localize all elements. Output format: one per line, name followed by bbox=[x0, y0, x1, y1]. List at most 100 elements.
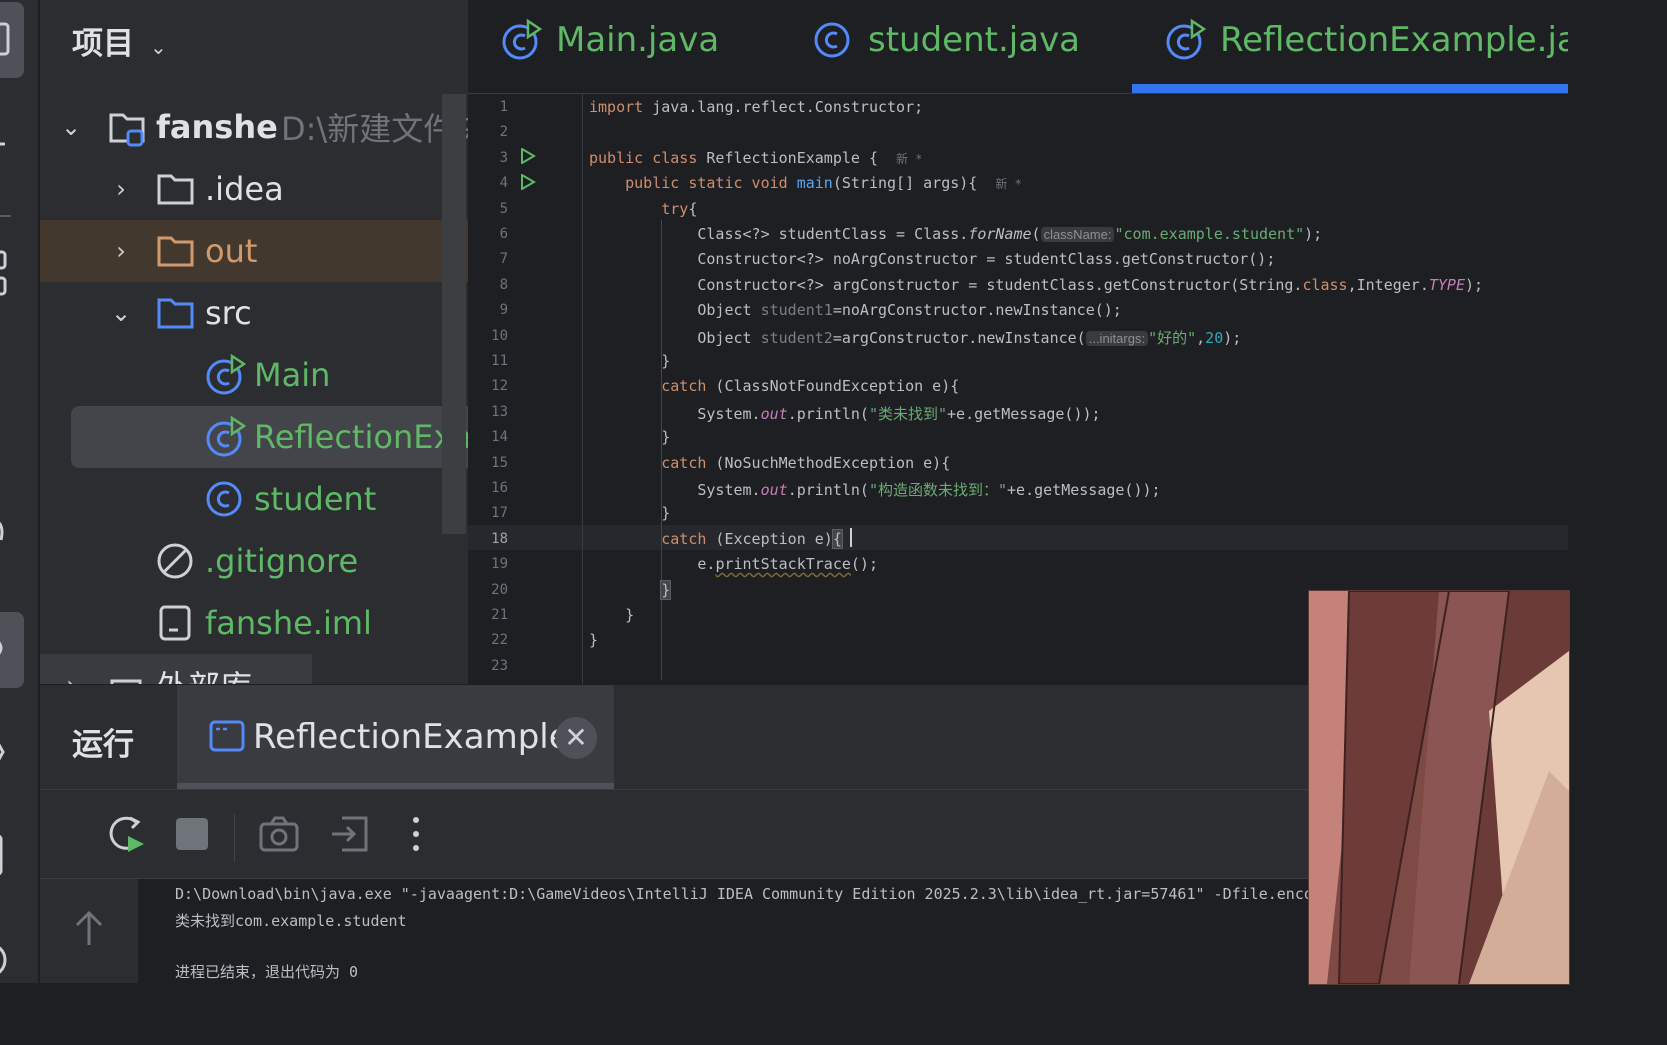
java-class-runnable-icon bbox=[206, 354, 246, 395]
tree-item-src[interactable]: ⌄ src bbox=[40, 282, 468, 344]
line-number[interactable]: 11 bbox=[468, 353, 508, 369]
tab-reflectionexample-java[interactable]: ReflectionExample.java bbox=[1164, 14, 1568, 66]
line-number[interactable]: 21 bbox=[468, 607, 508, 623]
tab-student-java[interactable]: student.java bbox=[812, 14, 1080, 66]
line-number[interactable]: 14 bbox=[468, 429, 508, 445]
chevron-down-icon[interactable]: ⌄ bbox=[150, 35, 167, 59]
project-icon bbox=[0, 22, 10, 56]
console-gutter bbox=[40, 879, 138, 983]
tab-main-java[interactable]: Main.java bbox=[500, 14, 719, 66]
screenshot-button[interactable] bbox=[257, 812, 301, 856]
tree-item-main[interactable]: Main bbox=[40, 344, 468, 406]
tree-item-label: 外部库 bbox=[156, 662, 252, 684]
run-tool-button[interactable] bbox=[0, 612, 24, 688]
login-icon bbox=[332, 816, 368, 852]
line-number[interactable]: 3 bbox=[468, 150, 508, 166]
code-line: public static void main(String[] args){新… bbox=[625, 174, 1022, 192]
close-icon[interactable]: ✕ bbox=[555, 717, 597, 759]
folder-icon bbox=[157, 236, 194, 267]
run-tab-reflectionexample[interactable]: ReflectionExample ✕ bbox=[177, 685, 614, 789]
project-panel: 项目 ⌄ ⌄ fanshe D:\新建文件夹 › .idea › out ⌄ sr… bbox=[40, 0, 468, 684]
console-line: 类未找到com.example.student bbox=[175, 912, 407, 930]
problems-tool-button[interactable] bbox=[0, 934, 24, 974]
console-output[interactable]: D:\Download\bin\java.exe "-javaagent:D:\… bbox=[40, 878, 1308, 983]
code-line: try{ bbox=[661, 200, 698, 218]
line-number[interactable]: 7 bbox=[468, 251, 508, 267]
line-number[interactable]: 15 bbox=[468, 455, 508, 471]
active-tab-indicator bbox=[1132, 84, 1568, 93]
tree-item-fanshe[interactable]: ⌄ fanshe D:\新建文件夹 bbox=[40, 96, 468, 158]
stop-button[interactable] bbox=[170, 812, 214, 856]
rerun-button[interactable] bbox=[104, 812, 148, 856]
code-line: e.printStackTrace(); bbox=[697, 555, 878, 573]
line-number[interactable]: 8 bbox=[468, 277, 508, 293]
line-number[interactable]: 1 bbox=[468, 99, 508, 115]
more-tools-button[interactable] bbox=[0, 360, 24, 396]
restore-layout-button[interactable] bbox=[328, 812, 372, 856]
terminal-tool-button[interactable] bbox=[0, 832, 24, 876]
console-line: 进程已结束，退出代码为 0 bbox=[175, 963, 359, 981]
line-number[interactable]: 23 bbox=[468, 658, 508, 674]
line-number[interactable]: 9 bbox=[468, 302, 508, 318]
chevron-right-icon[interactable]: › bbox=[106, 175, 136, 203]
line-number[interactable]: 20 bbox=[468, 582, 508, 598]
services-tool-button[interactable] bbox=[0, 512, 24, 548]
commit-tool-button[interactable] bbox=[0, 122, 24, 158]
line-number[interactable]: 19 bbox=[468, 556, 508, 572]
line-number[interactable]: 13 bbox=[468, 404, 508, 420]
kebab-icon bbox=[413, 817, 419, 851]
parameter-hint: ...initargs: bbox=[1085, 331, 1149, 346]
tree-item-out[interactable]: › out bbox=[40, 220, 468, 282]
code-line: } bbox=[660, 580, 672, 600]
more-options-button[interactable] bbox=[394, 812, 438, 856]
tree-item-label: Main bbox=[254, 356, 331, 394]
structure-tool-button[interactable] bbox=[0, 250, 24, 296]
run-panel-title: 运行 bbox=[72, 727, 134, 763]
commit-icon bbox=[0, 142, 5, 146]
code-line: Constructor<?> noArgConstructor = studen… bbox=[697, 250, 1276, 268]
run-gutter-icon[interactable] bbox=[520, 173, 536, 191]
tree-item-external-libraries[interactable]: › 外部库 bbox=[40, 654, 312, 684]
tree-item-label: .idea bbox=[205, 170, 284, 208]
project-panel-header[interactable]: 项目 ⌄ bbox=[72, 18, 167, 63]
line-number[interactable]: 2 bbox=[468, 124, 508, 140]
line-number[interactable]: 5 bbox=[468, 201, 508, 217]
line-number[interactable]: 4 bbox=[468, 175, 508, 191]
java-class-runnable-icon bbox=[1166, 19, 1206, 60]
new-tag: 新 * bbox=[896, 152, 923, 166]
chevron-down-icon[interactable]: ⌄ bbox=[106, 299, 136, 327]
chevron-right-icon[interactable]: › bbox=[106, 237, 136, 265]
tree-item-label: src bbox=[205, 294, 252, 332]
code-line: catch (ClassNotFoundException e){ bbox=[661, 377, 960, 395]
line-number[interactable]: 12 bbox=[468, 378, 508, 394]
run-toolbar bbox=[40, 789, 1308, 878]
library-icon bbox=[110, 679, 142, 684]
java-class-icon bbox=[206, 481, 242, 517]
line-number[interactable]: 22 bbox=[468, 632, 508, 648]
code-line: catch (Exception e){ bbox=[661, 529, 843, 549]
line-number[interactable]: 18 bbox=[468, 531, 508, 547]
text-caret bbox=[850, 528, 852, 547]
line-number[interactable]: 6 bbox=[468, 226, 508, 242]
scroll-up-icon[interactable] bbox=[72, 909, 106, 949]
project-tool-button[interactable] bbox=[0, 2, 24, 78]
tree-item-student[interactable]: student bbox=[40, 468, 468, 530]
chevron-right-icon[interactable]: › bbox=[56, 671, 86, 684]
tree-item-idea[interactable]: › .idea bbox=[40, 158, 468, 220]
project-scrollbar[interactable] bbox=[442, 94, 466, 534]
tree-item-label: out bbox=[205, 232, 258, 270]
code-line: } bbox=[661, 504, 671, 522]
line-number[interactable]: 10 bbox=[468, 328, 508, 344]
debug-tool-button[interactable] bbox=[0, 730, 24, 766]
tree-item-reflectionexample[interactable]: ReflectionExample bbox=[71, 406, 468, 468]
run-icon bbox=[0, 641, 3, 655]
chevron-down-icon[interactable]: ⌄ bbox=[56, 113, 86, 141]
tab-label: ReflectionExample.java bbox=[1220, 20, 1568, 60]
line-number[interactable]: 17 bbox=[468, 505, 508, 521]
line-number[interactable]: 16 bbox=[468, 480, 508, 496]
tree-item-fanshe-iml[interactable]: fanshe.iml bbox=[40, 592, 468, 654]
tree-item-gitignore[interactable]: .gitignore bbox=[40, 530, 468, 592]
run-gutter-icon[interactable] bbox=[520, 147, 536, 165]
tab-label: student.java bbox=[868, 20, 1081, 60]
camera-icon bbox=[259, 816, 299, 852]
